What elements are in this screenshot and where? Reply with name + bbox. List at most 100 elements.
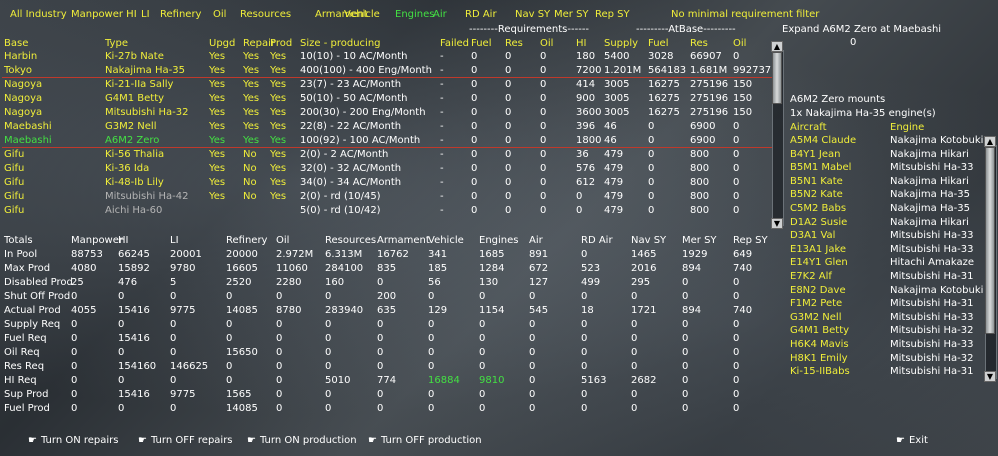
menu-item-mer-sy[interactable]: Mer SY	[554, 9, 589, 20]
aircraft-scroll-up-icon[interactable]: ▲	[984, 136, 996, 147]
column-header-supply[interactable]: Supply	[604, 38, 638, 49]
totals-row-label: Sup Prod	[4, 389, 49, 400]
totals-cell: 635	[377, 305, 397, 316]
menu-item-manpower-hi[interactable]: Manpower HI	[71, 9, 137, 20]
column-header-fuel[interactable]: Fuel	[471, 38, 491, 49]
menu-item-air[interactable]: Air	[433, 9, 447, 20]
menu-item-oil[interactable]: Oil	[213, 9, 226, 20]
totals-cell: 284100	[325, 263, 364, 274]
menu-item-nav-sy[interactable]: Nav SY	[515, 9, 550, 20]
turn-on-repairs-button[interactable]: ☛ Turn ON repairs	[28, 435, 119, 446]
aircraft-list-item[interactable]: B5N1 Kate	[790, 176, 843, 187]
aircraft-list-item[interactable]: G4M1 Betty	[790, 325, 849, 336]
column-header-size-producing[interactable]: Size - producing	[300, 38, 381, 49]
column-header-res[interactable]: Res	[505, 38, 523, 49]
table-row[interactable]: Gifu Ki-56 Thalia Yes No Yes 2(0) - 2 AC/Mont…	[0, 147, 772, 161]
aircraft-list-item[interactable]: C5M2 Babs	[790, 203, 846, 214]
column-header-oil[interactable]: Oil	[733, 38, 746, 49]
totals-cell: 1565	[226, 389, 252, 400]
aircraft-list-item[interactable]: F1M2 Pete	[790, 298, 842, 309]
table-row[interactable]: Gifu Aichi Ha-60 5(0) - rd (10/42) - 0 0 0 0 479…	[0, 203, 772, 217]
totals-cell: 0	[529, 319, 536, 330]
aircraft-list-item[interactable]: B5N2 Kate	[790, 189, 843, 200]
aircraft-list-item[interactable]: B5M1 Mabel	[790, 162, 851, 173]
totals-cell: 0	[226, 361, 233, 372]
aircraft-list-item[interactable]: E7K2 Alf	[790, 271, 832, 282]
exit-button[interactable]: ☛ Exit	[896, 435, 928, 446]
menu-item-resources[interactable]: Resources	[240, 9, 291, 20]
totals-cell: 0	[428, 361, 435, 372]
table-row[interactable]: Maebashi A6M2 Zero Yes Yes Yes 100(92) - 100 …	[0, 133, 772, 147]
table-row[interactable]: Gifu Mitsubishi Ha-42 Yes No Yes 2(0) - rd (1…	[0, 189, 772, 203]
totals-cell: 0	[479, 347, 486, 358]
column-header-fuel[interactable]: Fuel	[648, 38, 668, 49]
totals-cell: 0	[529, 403, 536, 414]
column-header-base[interactable]: Base	[4, 38, 28, 49]
aircraft-list-item[interactable]: H6K4 Mavis	[790, 339, 849, 350]
column-header-prod[interactable]: Prod	[270, 38, 292, 49]
aircraft-list-item[interactable]: E14Y1 Glen	[790, 257, 848, 268]
totals-header-mer-sy: Mer SY	[682, 235, 717, 246]
table-row[interactable]: Tokyo Nakajima Ha-35 Yes Yes Yes 400(100) - 4…	[0, 63, 772, 77]
totals-header-nav-sy: Nav SY	[631, 235, 667, 246]
totals-row-label: Oil Req	[4, 347, 40, 358]
expand-value[interactable]: 0	[850, 37, 856, 48]
aircraft-list-item[interactable]: E13A1 Jake	[790, 244, 846, 255]
aircraft-list-item[interactable]: D3A1 Val	[790, 230, 835, 241]
column-header-failed[interactable]: Failed	[440, 38, 469, 49]
totals-cell: 129	[428, 305, 448, 316]
table-cell: Mitsubishi Ha-32	[105, 107, 189, 118]
menu-item-refinery[interactable]: Refinery	[160, 9, 201, 20]
aircraft-list-item[interactable]: Ki-15-IIBabs	[790, 366, 850, 377]
column-header-hi[interactable]: HI	[576, 38, 586, 49]
menu-item-engines[interactable]: Engines	[395, 9, 434, 20]
aircraft-list-item[interactable]: G3M2 Nell	[790, 312, 841, 323]
aircraft-list-item[interactable]: D1A2 Susie	[790, 217, 847, 228]
table-row[interactable]: Nagoya Mitsubishi Ha-32 Yes Yes Yes 200(30) -…	[0, 105, 772, 119]
table-cell: Yes	[270, 51, 287, 62]
table-row[interactable]: Gifu Ki-36 Ida Yes No Yes 32(0) - 32 AC/Month…	[0, 161, 772, 175]
scroll-up-arrow-icon[interactable]: ▲	[771, 41, 783, 52]
table-row[interactable]: Nagoya G4M1 Betty Yes Yes Yes 50(10) - 50 AC/…	[0, 91, 772, 105]
aircraft-list-scroll-thumb[interactable]	[985, 147, 995, 334]
aircraft-scroll-down-icon[interactable]: ▼	[984, 371, 996, 382]
scroll-down-arrow-icon[interactable]: ▼	[771, 218, 783, 229]
column-header-upgd[interactable]: Upgd	[209, 38, 235, 49]
menu-item-no-minimal-requirement-filter[interactable]: No minimal requirement filter	[671, 9, 819, 20]
table-cell: 6900	[690, 135, 716, 146]
table-cell: Yes	[243, 65, 260, 76]
turn-off-repairs-button[interactable]: ☛ Turn OFF repairs	[138, 435, 233, 446]
production-table-scroll-thumb[interactable]	[772, 52, 782, 104]
menu-item-rd-air[interactable]: RD Air	[465, 9, 497, 20]
aircraft-list-item[interactable]: E8N2 Dave	[790, 285, 846, 296]
menu-item-all-industry[interactable]: All Industry	[10, 9, 67, 20]
totals-cell: 146625	[170, 361, 209, 372]
table-row[interactable]: Gifu Ki-48-Ib Lily Yes No Yes 34(0) - 34 AC/M…	[0, 175, 772, 189]
table-cell: -	[440, 79, 444, 90]
menu-item-li[interactable]: LI	[141, 9, 150, 20]
menu-item-rep-sy[interactable]: Rep SY	[595, 9, 630, 20]
turn-on-production-button[interactable]: ☛ Turn ON production	[247, 435, 357, 446]
hand-pointer-icon: ☛	[368, 435, 377, 446]
aircraft-list-item[interactable]: B4Y1 Jean	[790, 149, 840, 160]
table-cell: -	[440, 93, 444, 104]
totals-header-refinery: Refinery	[226, 235, 268, 246]
column-header-res[interactable]: Res	[690, 38, 708, 49]
table-cell: 0	[540, 205, 547, 216]
engine-list-item: Mitsubishi Ha-31	[890, 366, 974, 378]
aircraft-list-item[interactable]: A5M4 Claude	[790, 135, 856, 146]
menu-item-vehicle[interactable]: Vehicle	[344, 9, 380, 20]
engine-list-item: Hitachi Amakaze	[890, 257, 974, 269]
totals-cell: 523	[581, 263, 601, 274]
column-header-type[interactable]: Type	[105, 38, 128, 49]
turn-off-production-button[interactable]: ☛ Turn OFF production	[368, 435, 482, 446]
table-row[interactable]: Maebashi G3M2 Nell Yes Yes Yes 22(8) - 22 AC/…	[0, 119, 772, 133]
table-row[interactable]: Harbin Ki-27b Nate Yes Yes Yes 10(10) - 10 AC…	[0, 49, 772, 63]
totals-cell: 200	[377, 291, 397, 302]
table-row[interactable]: Nagoya Ki-21-IIa Sally Yes Yes Yes 23(7) - 23…	[0, 77, 772, 91]
totals-cell: 0	[733, 389, 740, 400]
aircraft-list-item[interactable]: H8K1 Emily	[790, 353, 848, 364]
table-cell: Ki-48-Ib Lily	[105, 177, 164, 188]
column-header-oil[interactable]: Oil	[540, 38, 553, 49]
table-cell: -	[440, 163, 444, 174]
